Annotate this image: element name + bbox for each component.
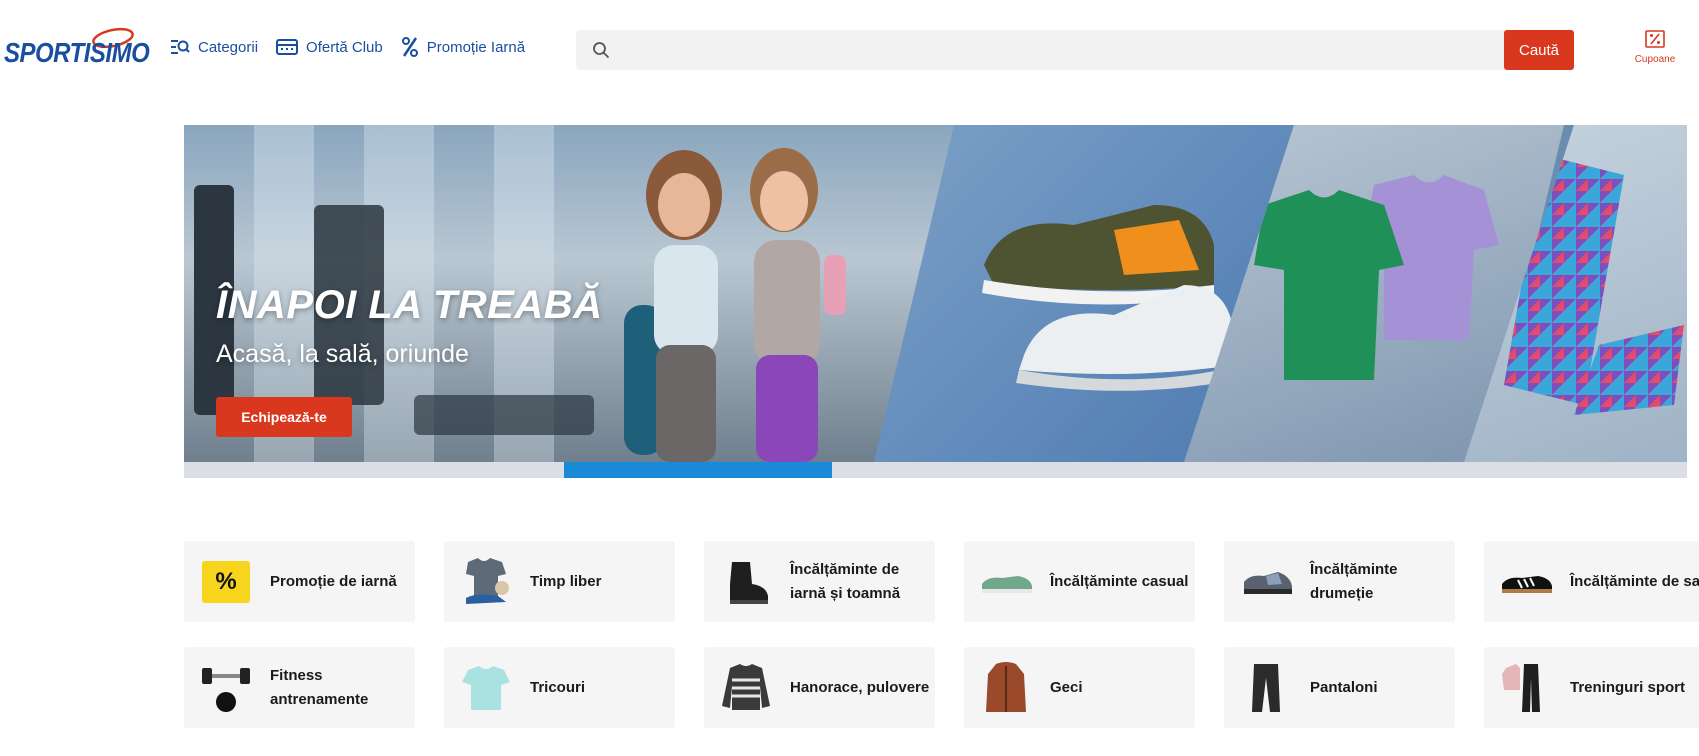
category-label: Fitness antrenamente <box>270 666 369 708</box>
nav-promotie-iarna[interactable]: Promoție Iarnă <box>401 36 525 58</box>
category-tile[interactable]: Pantaloni <box>1224 647 1455 728</box>
banner-subtitle: Acasă, la sală, oriunde <box>216 340 469 368</box>
tshirt-sneaker-image <box>466 557 509 604</box>
sportisimo-logo[interactable]: SPORTISIMO <box>4 26 150 70</box>
women-photo-image <box>624 148 846 462</box>
category-thumb <box>456 658 516 718</box>
category-label: Treninguri sport <box>1570 678 1686 696</box>
banner-progress <box>184 462 1687 478</box>
category-label: Pantaloni <box>1310 678 1378 696</box>
search-bar: Caută <box>576 30 1574 70</box>
categories-search-icon <box>171 40 190 54</box>
coupon-icon <box>1645 30 1665 48</box>
category-label: Încălțăminte de iarnă și toamnă <box>790 560 901 602</box>
category-thumb <box>1236 552 1296 612</box>
category-thumb <box>716 658 776 718</box>
category-tile[interactable]: % Promoție de iarnă <box>184 541 415 622</box>
category-tile[interactable]: Încălțăminte de sală <box>1484 541 1699 622</box>
sneakers-image <box>982 205 1234 391</box>
search-icon <box>593 42 610 59</box>
category-label: Promoție de iarnă <box>270 572 397 590</box>
nav-promotie-iarna-label: Promoție Iarnă <box>426 38 526 56</box>
coupons-link[interactable]: Cupoane <box>1630 30 1680 65</box>
category-tile[interactable]: Fitness antrenamente <box>184 647 415 728</box>
category-thumb: % <box>196 552 256 612</box>
category-tile[interactable]: Tricouri <box>444 647 675 728</box>
banner-progress-track <box>184 462 1687 478</box>
pants-image <box>1252 663 1280 712</box>
tracksuit-image <box>1502 663 1540 712</box>
category-tile[interactable]: Încălțăminte drumeție <box>1224 541 1455 622</box>
tshirts-image <box>1254 175 1499 380</box>
winter-boot-image <box>730 561 768 604</box>
hiking-shoe-image <box>1244 571 1292 594</box>
category-tile[interactable]: Hanorace, pulovere <box>704 647 935 728</box>
category-tile[interactable]: Timp liber <box>444 541 675 622</box>
percent-badge-icon: % <box>202 560 250 603</box>
nav-categorii-label: Categorii <box>198 38 259 56</box>
category-tile[interactable]: Încălțăminte de iarnă și toamnă <box>704 541 935 622</box>
category-thumb <box>1496 658 1556 718</box>
logo-text: SPORTISIMO <box>4 37 150 69</box>
category-label: Timp liber <box>530 572 602 590</box>
banner-title: ÎNAPOI LA TREABĂ <box>216 283 603 327</box>
category-thumb <box>196 658 256 718</box>
category-label: Geci <box>1050 678 1083 696</box>
casual-shoe-image <box>982 575 1032 593</box>
category-tile[interactable]: Geci <box>964 647 1195 728</box>
category-thumb <box>456 552 516 612</box>
category-thumb <box>976 552 1036 612</box>
category-label: Încălțăminte drumeție <box>1310 560 1398 602</box>
search-button[interactable]: Caută <box>1504 30 1574 70</box>
jacket-image <box>986 661 1026 712</box>
main-nav: Categorii Ofertă Club Promoție Iarnă <box>170 36 525 58</box>
category-label: Tricouri <box>530 678 586 696</box>
banner-cta-button[interactable]: Echipează-te <box>216 397 352 437</box>
banner-progress-fill[interactable] <box>564 462 832 478</box>
search-input[interactable] <box>624 30 1474 70</box>
hero-banner[interactable]: ÎNAPOI LA TREABĂ Acasă, la sală, oriunde… <box>184 125 1687 462</box>
coupons-label: Cupoane <box>1634 54 1676 65</box>
category-label: Încălțăminte de sală <box>1570 572 1699 590</box>
category-tile[interactable]: Treninguri sport <box>1484 647 1699 728</box>
category-thumb <box>976 658 1036 718</box>
tshirt-image <box>462 665 510 710</box>
site-header: SPORTISIMO Categorii Ofertă Club Promoți… <box>0 0 1699 92</box>
category-label: Hanorace, pulovere <box>790 678 930 696</box>
sweater-image <box>722 663 770 710</box>
nav-categorii[interactable]: Categorii <box>170 38 258 56</box>
club-card-icon <box>276 39 299 55</box>
category-label: Încălțăminte casual <box>1050 572 1189 590</box>
category-thumb <box>1236 658 1296 718</box>
indoor-shoe-image <box>1502 575 1552 593</box>
category-thumb <box>1496 552 1556 612</box>
category-thumb <box>716 552 776 612</box>
nav-oferta-club-label: Ofertă Club <box>306 38 383 56</box>
percent-icon <box>401 37 418 57</box>
dumbbell-image <box>202 667 250 712</box>
nav-oferta-club[interactable]: Ofertă Club <box>276 39 383 56</box>
category-tile[interactable]: Încălțăminte casual <box>964 541 1195 622</box>
